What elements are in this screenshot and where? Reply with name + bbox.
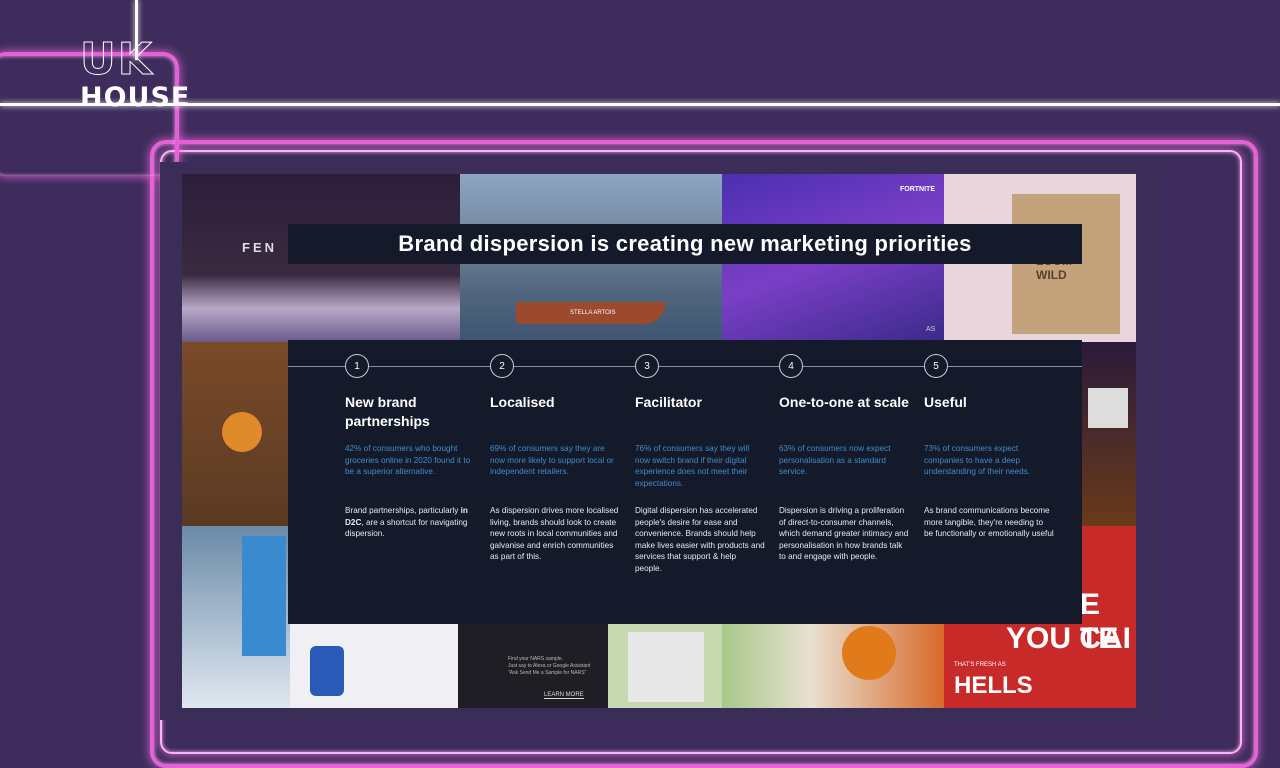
priority-title: Useful — [924, 394, 967, 410]
collage-qr — [1082, 342, 1136, 526]
priority-description: As dispersion drives more localised livi… — [490, 506, 619, 561]
orange-image — [222, 412, 262, 452]
boat-text: STELLA ARTOIS — [570, 310, 616, 316]
step-number: 2 — [490, 354, 514, 378]
priority-column-4: 4 One-to-one at scale 63% of consumers n… — [779, 354, 909, 563]
portrait-photo — [628, 632, 704, 702]
desc-part: Brand partnerships, particularly — [345, 506, 461, 515]
priority-description: Dispersion is driving a proliferation of… — [779, 506, 909, 561]
desc-part: , are a shortcut for navigating dispersi… — [345, 517, 468, 539]
priority-column-2: 2 Localised 69% of consumers say they ar… — [490, 354, 620, 563]
priority-description: Digital dispersion has accelerated peopl… — [635, 506, 765, 573]
priority-stat: 42% of consumers who bought groceries on… — [345, 444, 471, 476]
priority-column-5: 5 Useful 73% of consumers expect compani… — [924, 354, 1054, 540]
pepsi-can — [310, 646, 344, 696]
priority-title: Facilitator — [635, 394, 702, 410]
step-number: 1 — [345, 354, 369, 378]
qr-code — [1088, 388, 1128, 428]
priority-stat: 69% of consumers say they are now more l… — [490, 444, 614, 476]
nars-line-3: "Ask Send Me a Sample for NARS" — [508, 670, 587, 676]
priority-column-1: 1 New brand partnerships 42% of consumer… — [345, 354, 475, 540]
step-number: 4 — [779, 354, 803, 378]
collage-pepsi — [290, 624, 458, 708]
collage-nars: Find your NARS sample. Just say to Alexa… — [458, 624, 608, 708]
priority-column-3: 3 Facilitator 76% of consumers say they … — [635, 354, 765, 574]
nars-line-2: Just say to Alexa or Google Assistant — [508, 663, 591, 669]
priority-title: Localised — [490, 394, 555, 410]
fresh-text: THAT'S FRESH AS — [954, 662, 1006, 668]
collage-portrait — [608, 624, 722, 708]
collage-food — [182, 342, 290, 526]
fortnite-text: FORTNITE — [900, 186, 935, 193]
uk-house-logo: UK HOUSE — [79, 34, 191, 113]
neon-white-line — [0, 103, 1280, 106]
fendi-text: FEN — [242, 240, 277, 255]
logo-line-2: HOUSE — [80, 82, 191, 113]
priority-stat: 73% of consumers expect companies to hav… — [924, 444, 1031, 476]
step-number: 5 — [924, 354, 948, 378]
collage-fruit — [722, 624, 944, 708]
you-can-line-2: YOU CAI — [1006, 622, 1132, 655]
as-text: AS — [926, 326, 936, 333]
collage-gift — [182, 526, 290, 708]
priority-title: New brand partnerships — [345, 394, 430, 429]
priorities-panel: 1 New brand partnerships 42% of consumer… — [288, 340, 1082, 624]
hells-text: HELLS — [954, 672, 1033, 699]
priority-title: One-to-one at scale — [779, 394, 909, 410]
priority-stat: 63% of consumers now expect personalisat… — [779, 444, 891, 476]
nars-line-1: Find your NARS sample. — [508, 656, 564, 662]
nars-learn-more: LEARN MORE — [544, 692, 584, 699]
gift-box — [242, 536, 286, 656]
orange-fruit — [842, 626, 896, 680]
priority-description: Brand partnerships, particularly in D2C,… — [345, 505, 475, 540]
logo-line-1: UK — [79, 34, 154, 85]
step-number: 3 — [635, 354, 659, 378]
slide-title-bar: Brand dispersion is creating new marketi… — [288, 224, 1082, 264]
slide-title: Brand dispersion is creating new marketi… — [398, 231, 972, 256]
priority-stat: 76% of consumers say they will now switc… — [635, 444, 750, 488]
priority-description: As brand communications become more tang… — [924, 506, 1054, 538]
